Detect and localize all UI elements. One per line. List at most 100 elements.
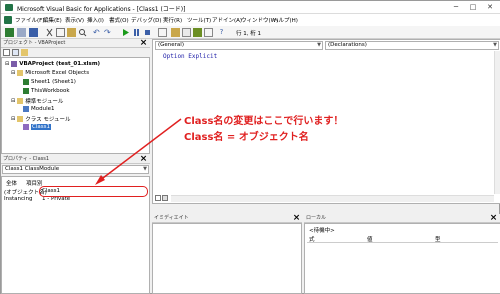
paste-icon[interactable] <box>67 28 76 37</box>
project-explorer-icon[interactable] <box>171 28 180 37</box>
column-header-value[interactable]: 値 <box>367 235 373 243</box>
callout-line-1: Class名の変更はここで行います！ <box>184 116 344 127</box>
view-excel-icon[interactable] <box>5 28 14 37</box>
immediate-pane-title: イミディエイト <box>152 214 302 223</box>
cut-icon[interactable] <box>45 28 54 37</box>
collapse-icon[interactable]: ⊟ <box>11 98 15 104</box>
callout-line-2: Class名 = オブジェクト名 <box>184 132 309 143</box>
object-dropdown-value: (General) <box>158 42 184 48</box>
tree-label-thisworkbook: ThisWorkbook <box>31 88 70 94</box>
tree-item-class-modules[interactable]: ⊟ クラス モジュール <box>11 115 70 123</box>
menu-bar: ファイル(F) 編集(E) 表示(V) 挿入(I) 書式(O) デバッグ(D) … <box>1 14 500 26</box>
maximize-button[interactable]: □ <box>466 2 480 13</box>
locals-pane-title: ローカル <box>304 214 500 223</box>
chevron-down-icon: ▼ <box>317 42 321 48</box>
project-close-button[interactable]: × <box>139 39 148 48</box>
property-name: Instancing <box>4 196 33 202</box>
locals-window: ローカル × <待機中> 式 値 型 <box>304 214 500 294</box>
standard-toolbar: ↶ ↷ ? 行 1, 桁 1 <box>1 26 500 39</box>
tree-item-excel-objects[interactable]: ⊟ Microsoft Excel Objects <box>11 70 89 76</box>
menu-excel-icon[interactable] <box>4 16 12 24</box>
property-row[interactable]: Instancing 1 - Private <box>4 196 148 204</box>
toggle-folders-icon[interactable] <box>21 49 28 56</box>
workbook-icon <box>23 88 29 94</box>
redo-icon[interactable]: ↷ <box>104 28 113 37</box>
design-mode-icon[interactable] <box>158 28 167 37</box>
insert-module-icon[interactable] <box>17 28 26 37</box>
worksheet-icon <box>23 79 29 85</box>
module-icon <box>23 106 29 112</box>
collapse-icon[interactable]: ⊟ <box>11 70 15 76</box>
procedure-view-icon[interactable] <box>155 195 161 201</box>
object-select-value: Class1 ClassModule <box>5 166 60 172</box>
excel-app-icon <box>5 4 13 11</box>
menu-run[interactable]: 実行(R) <box>163 16 182 24</box>
menu-debug[interactable]: デバッグ(D) <box>131 16 162 24</box>
project-pane-title: プロジェクト - VBAProject <box>1 39 150 48</box>
object-browser-icon[interactable] <box>193 28 202 37</box>
horizontal-scrollbar[interactable] <box>171 195 494 202</box>
collapse-icon[interactable]: ⊟ <box>5 61 9 67</box>
view-code-icon[interactable] <box>3 49 10 56</box>
vertical-scrollbar[interactable] <box>494 51 500 194</box>
toolbox-icon[interactable] <box>204 28 213 37</box>
menu-insert[interactable]: 挿入(I) <box>87 16 104 24</box>
tree-label-excel-objects: Microsoft Excel Objects <box>25 70 90 76</box>
title-bar: Microsoft Visual Basic for Applications … <box>1 1 500 14</box>
folder-icon <box>17 116 24 122</box>
menu-file[interactable]: ファイル(F) <box>15 16 44 24</box>
cursor-position: 行 1, 桁 1 <box>236 31 261 37</box>
tree-item-module1[interactable]: Module1 <box>23 106 55 112</box>
vbe-window: Microsoft Visual Basic for Applications … <box>0 0 500 294</box>
locals-panel: <待機中> 式 値 型 <box>304 223 500 294</box>
tree-item-std-modules[interactable]: ⊟ 標準モジュール <box>11 97 63 105</box>
immediate-editor[interactable] <box>152 223 302 294</box>
procedure-dropdown[interactable]: (Declarations) ▼ <box>325 41 499 50</box>
folder-icon <box>17 70 24 76</box>
locals-header: 式 値 型 <box>307 235 498 243</box>
collapse-icon[interactable]: ⊟ <box>11 116 15 122</box>
view-object-icon[interactable] <box>12 49 19 56</box>
window-title: Microsoft Visual Basic for Applications … <box>17 6 186 13</box>
help-icon[interactable]: ? <box>217 28 226 37</box>
code-line: Option Explicit <box>163 53 218 60</box>
object-dropdown[interactable]: (General) ▼ <box>155 41 323 50</box>
tree-label-vbaproject: VBAProject (test_01.xlsm) <box>19 61 101 67</box>
find-icon[interactable] <box>78 28 87 37</box>
tab-all[interactable]: 全体 <box>6 179 17 187</box>
properties-grid: 全体 項目別 (オブジェクト名) Class1 Instancing 1 - P… <box>1 176 150 294</box>
tree-item-class1[interactable]: Class1 <box>23 124 51 130</box>
menu-format[interactable]: 書式(O) <box>109 16 129 24</box>
tree-item-vbaproject[interactable]: ⊟ VBAProject (test_01.xlsm) <box>5 61 100 67</box>
project-mini-toolbar <box>1 48 150 57</box>
tree-item-thisworkbook[interactable]: ThisWorkbook <box>23 88 70 94</box>
tab-category[interactable]: 項目別 <box>26 179 43 187</box>
column-header-type[interactable]: 型 <box>435 235 441 243</box>
full-module-view-icon[interactable] <box>162 195 168 201</box>
menu-view[interactable]: 表示(V) <box>65 16 84 24</box>
menu-addins[interactable]: アドイン(A) <box>212 16 242 24</box>
break-icon[interactable] <box>132 28 141 37</box>
tree-label-class-modules: クラス モジュール <box>25 117 71 123</box>
tree-label-sheet1: Sheet1 (Sheet1) <box>31 79 76 85</box>
run-icon[interactable] <box>121 28 130 37</box>
copy-icon[interactable] <box>56 28 65 37</box>
close-button[interactable]: ✕ <box>483 2 497 13</box>
tree-label-std-modules: 標準モジュール <box>25 99 64 105</box>
tree-label-module1: Module1 <box>31 106 55 112</box>
project-icon <box>11 61 18 67</box>
menu-help[interactable]: ヘルプ(H) <box>273 16 298 24</box>
locals-status: <待機中> <box>309 228 335 234</box>
procedure-dropdown-value: (Declarations) <box>328 42 367 48</box>
properties-icon[interactable] <box>182 28 191 37</box>
minimize-button[interactable]: ─ <box>449 2 463 13</box>
tree-item-sheet1[interactable]: Sheet1 (Sheet1) <box>23 79 76 85</box>
save-icon[interactable] <box>29 28 38 37</box>
menu-tools[interactable]: ツール(T) <box>187 16 211 24</box>
menu-edit[interactable]: 編集(E) <box>43 16 62 24</box>
locals-close-button[interactable]: × <box>489 214 498 223</box>
immediate-close-button[interactable]: × <box>292 214 301 223</box>
undo-icon[interactable]: ↶ <box>93 28 102 37</box>
reset-icon[interactable] <box>143 28 152 37</box>
column-header-expression[interactable]: 式 <box>309 235 315 243</box>
